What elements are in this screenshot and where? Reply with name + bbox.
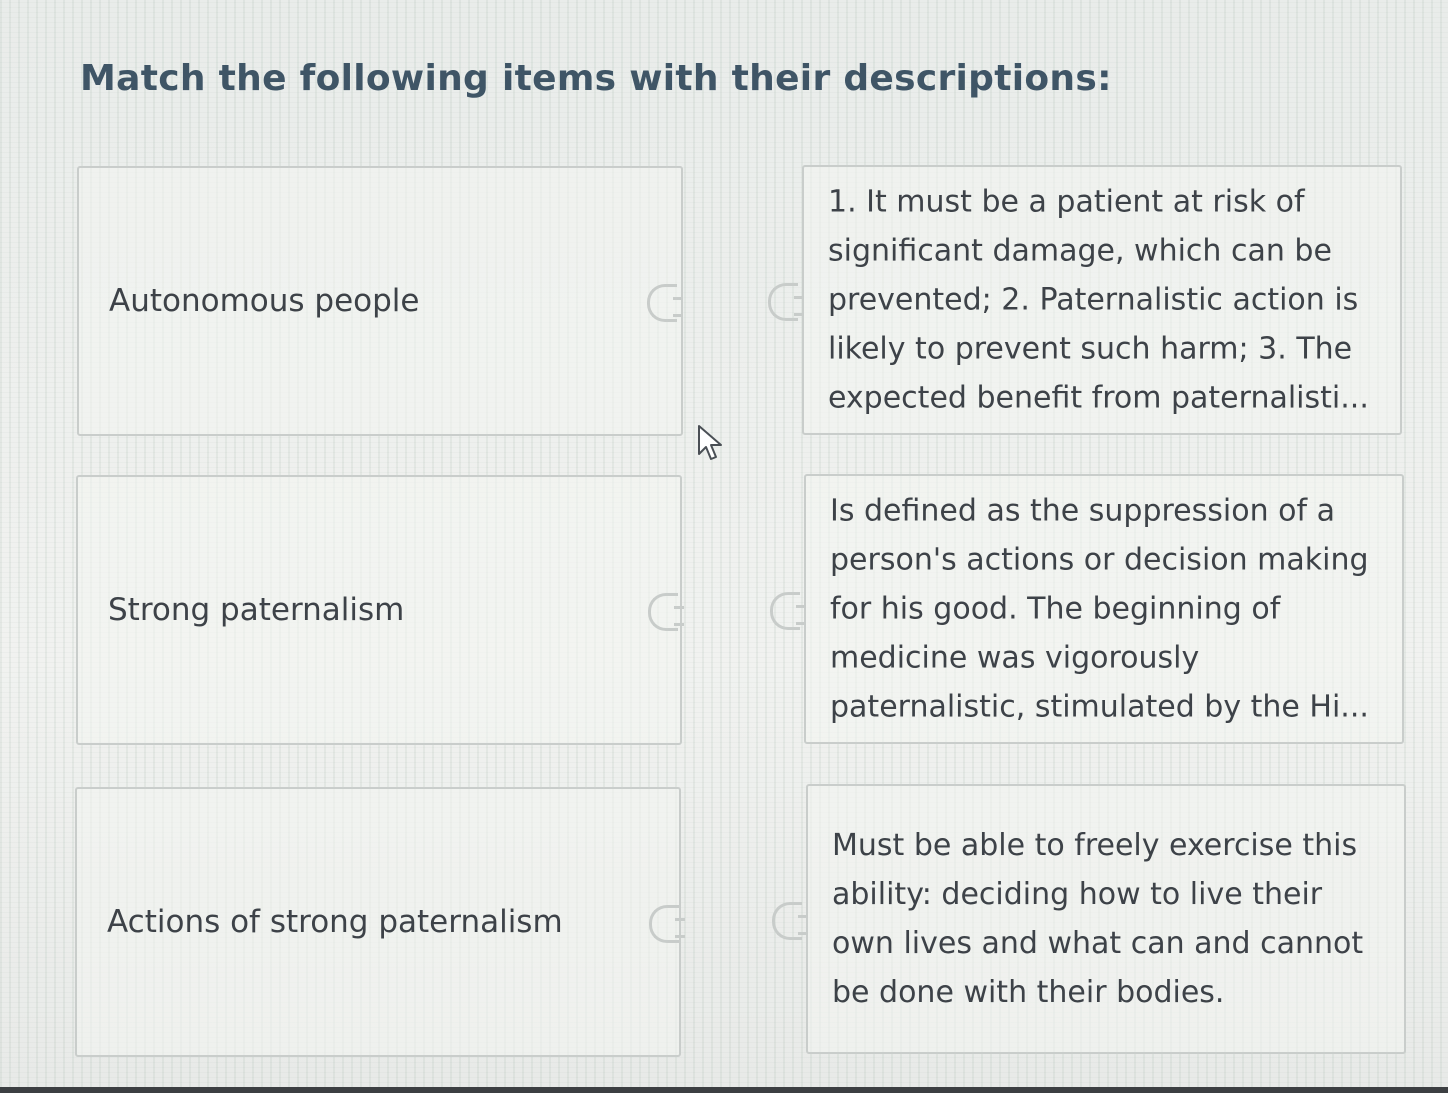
match-description-2[interactable]: Is defined as the suppression of a perso…: [770, 474, 1404, 744]
match-description-1[interactable]: 1. It must be a patient at risk of signi…: [768, 165, 1402, 435]
match-description-text: 1. It must be a patient at risk of signi…: [828, 184, 1369, 416]
mouse-pointer-icon: [698, 425, 722, 460]
screen-bottom-edge: [0, 1087, 1448, 1093]
puzzle-tab-icon: [648, 593, 684, 631]
match-item-label: Autonomous people: [109, 283, 420, 319]
match-item-3[interactable]: Actions of strong paternalism: [75, 787, 685, 1057]
match-item-label: Strong paternalism: [108, 592, 405, 628]
puzzle-tab-icon: [768, 283, 804, 321]
puzzle-tab-icon: [647, 284, 683, 322]
puzzle-tab-icon: [649, 905, 685, 943]
match-description-text: Is defined as the suppression of a perso…: [830, 493, 1369, 725]
match-description-text: Must be able to freely exercise this abi…: [832, 828, 1364, 1010]
puzzle-tab-icon: [772, 902, 808, 940]
match-item-1[interactable]: Autonomous people: [77, 166, 683, 436]
page-title: Match the following items with their des…: [80, 58, 1112, 99]
match-description-3[interactable]: Must be able to freely exercise this abi…: [772, 784, 1406, 1054]
match-item-label: Actions of strong paternalism: [107, 904, 563, 940]
puzzle-tab-icon: [770, 592, 806, 630]
match-item-2[interactable]: Strong paternalism: [76, 475, 684, 745]
